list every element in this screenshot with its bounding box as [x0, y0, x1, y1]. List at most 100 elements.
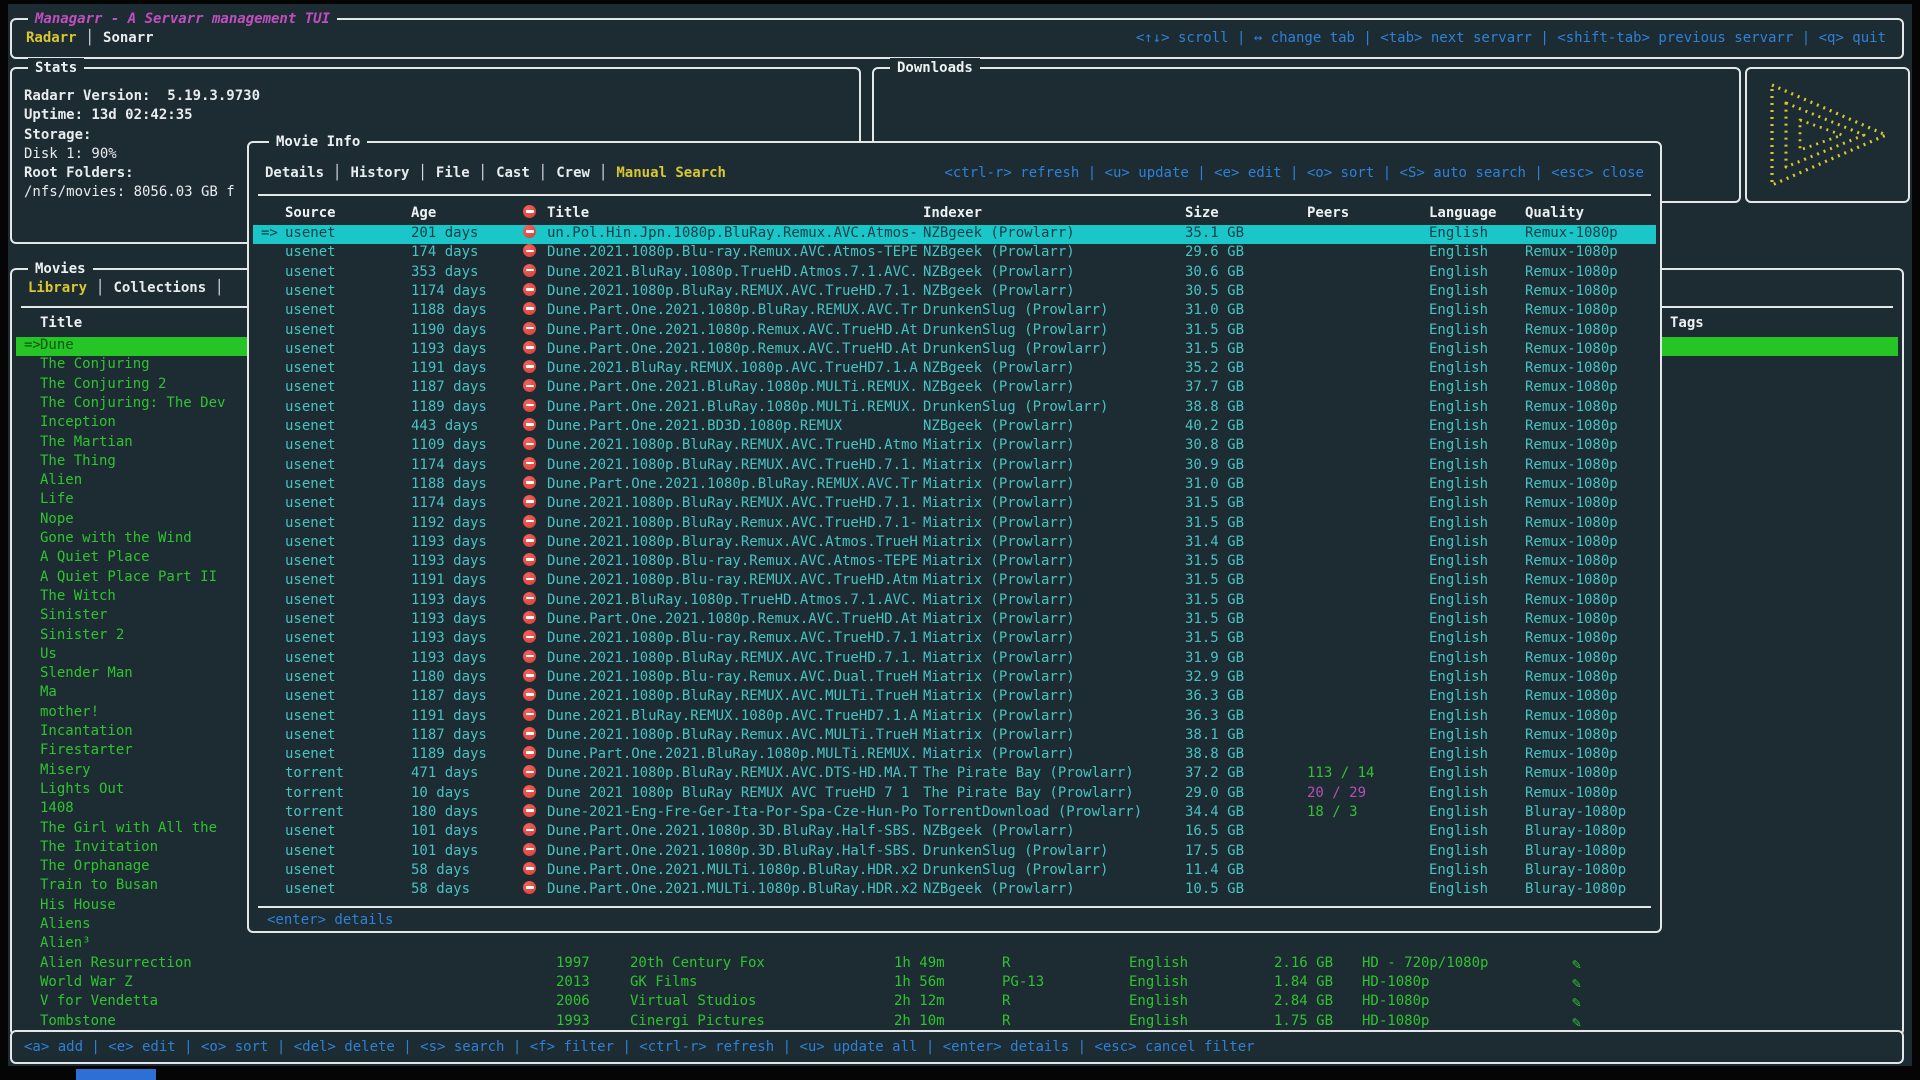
search-result-row[interactable]: usenet1180 daysDune.2021.1080p.Blu-ray.R… — [253, 669, 1656, 688]
movie-rating-cell: R — [1002, 1013, 1010, 1029]
tab-radarr[interactable]: Radarr — [26, 30, 77, 46]
search-result-row[interactable]: usenet1174 daysDune.2021.1080p.BluRay.RE… — [253, 457, 1656, 476]
search-result-row[interactable]: usenet1189 daysDune.Part.One.2021.BluRay… — [253, 399, 1656, 418]
search-result-row[interactable]: usenet353 daysDune.2021.BluRay.1080p.Tru… — [253, 264, 1656, 283]
search-result-row[interactable]: usenet1191 daysDune.2021.1080p.Blu-ray.R… — [253, 572, 1656, 591]
tab-details[interactable]: Details — [265, 165, 324, 181]
movie-list-item[interactable]: Tombstone1993Cinergi Pictures2h 10mREngl… — [16, 1013, 1898, 1032]
movie-title-cell: The Thing — [40, 453, 116, 469]
age-cell: 1180 days — [411, 669, 487, 685]
search-result-row[interactable]: usenet101 daysDune.Part.One.2021.1080p.3… — [253, 843, 1656, 862]
size-cell: 30.8 GB — [1185, 437, 1244, 453]
rejected-icon — [523, 553, 536, 566]
search-result-row[interactable]: usenet1192 daysDune.2021.1080p.BluRay.Re… — [253, 515, 1656, 534]
search-result-row[interactable]: usenet1187 daysDune.Part.One.2021.BluRay… — [253, 379, 1656, 398]
indexer-cell: Miatrix (Prowlarr) — [923, 746, 1075, 762]
logo-panel — [1745, 67, 1910, 203]
search-result-row[interactable]: usenet1193 daysDune.2021.1080p.Bluray.Re… — [253, 534, 1656, 553]
source-cell: usenet — [285, 630, 336, 646]
search-result-row[interactable]: usenet1193 daysDune.2021.BluRay.1080p.Tr… — [253, 592, 1656, 611]
modal-footer-separator — [258, 906, 1651, 908]
movie-list-item[interactable]: World War Z2013GK Films1h 56mPG-13Englis… — [16, 974, 1898, 993]
search-result-row[interactable]: usenet1193 daysDune.2021.1080p.BluRay.RE… — [253, 650, 1656, 669]
tab-separator: │ — [590, 165, 616, 181]
size-cell: 40.2 GB — [1185, 418, 1244, 434]
search-result-row[interactable]: usenet1187 daysDune.2021.1080p.BluRay.Re… — [253, 727, 1656, 746]
source-cell: usenet — [285, 283, 336, 299]
release-title-cell: Dune.2021.1080p.BluRay.REMUX.AVC.TrueHD.… — [547, 283, 918, 299]
indexer-cell: Miatrix (Prowlarr) — [923, 553, 1075, 569]
tab-manual-search[interactable]: Manual Search — [616, 165, 726, 181]
size-cell: 35.2 GB — [1185, 360, 1244, 376]
search-result-row[interactable]: usenet1174 daysDune.2021.1080p.BluRay.RE… — [253, 495, 1656, 514]
tab-cast[interactable]: Cast — [496, 165, 530, 181]
search-result-row[interactable]: usenet58 daysDune.Part.One.2021.MULTi.10… — [253, 862, 1656, 881]
search-result-row[interactable]: usenet58 daysDune.Part.One.2021.MULTi.10… — [253, 881, 1656, 900]
search-result-row[interactable]: usenet1188 daysDune.Part.One.2021.1080p.… — [253, 302, 1656, 321]
size-cell: 31.0 GB — [1185, 302, 1244, 318]
source-cell: torrent — [285, 785, 344, 801]
selection-arrow: => — [24, 337, 41, 353]
search-result-row[interactable]: usenet443 daysDune.Part.One.2021.BD3D.10… — [253, 418, 1656, 437]
age-cell: 471 days — [411, 765, 478, 781]
tab-history[interactable]: History — [350, 165, 409, 181]
source-cell: usenet — [285, 437, 336, 453]
release-title-cell: Dune.Part.One.2021.MULTi.1080p.BluRay.HD… — [547, 881, 918, 897]
size-cell: 31.5 GB — [1185, 592, 1244, 608]
search-result-row[interactable]: usenet101 daysDune.Part.One.2021.1080p.3… — [253, 823, 1656, 842]
tab-crew[interactable]: Crew — [556, 165, 590, 181]
movie-title-cell: Tombstone — [40, 1013, 116, 1029]
play-triangle-icon — [1747, 69, 1908, 201]
age-cell: 1174 days — [411, 495, 487, 511]
rejected-icon — [523, 881, 536, 894]
release-title-cell: Dune.2021.1080p.BluRay.REMUX.AVC.MULTi.T… — [547, 688, 918, 704]
search-result-row[interactable]: usenet1188 daysDune.Part.One.2021.1080p.… — [253, 476, 1656, 495]
search-result-row[interactable]: torrent471 daysDune.2021.1080p.BluRay.RE… — [253, 765, 1656, 784]
search-result-row[interactable]: usenet1187 daysDune.2021.1080p.BluRay.RE… — [253, 688, 1656, 707]
movie-title-cell: His House — [40, 897, 116, 913]
rejected-icon — [523, 727, 536, 740]
movie-list-item[interactable]: Alien³ — [16, 935, 1898, 954]
search-result-row[interactable]: usenet1191 daysDune.2021.BluRay.REMUX.10… — [253, 360, 1656, 379]
movie-title-cell: V for Vendetta — [40, 993, 158, 1009]
release-title-cell: Dune.2021.1080p.BluRay.REMUX.AVC.TrueHD.… — [547, 495, 918, 511]
movie-rating-cell: R — [1002, 955, 1010, 971]
movie-studio-cell: 20th Century Fox — [630, 955, 765, 971]
tab-library[interactable]: Library — [28, 280, 87, 296]
tab-sonarr[interactable]: Sonarr — [103, 30, 154, 46]
movie-rating-cell: R — [1002, 993, 1010, 1009]
search-result-row[interactable]: usenet1189 daysDune.Part.One.2021.BluRay… — [253, 746, 1656, 765]
search-result-row[interactable]: usenet1191 daysDune.2021.BluRay.REMUX.10… — [253, 708, 1656, 727]
search-result-row[interactable]: =>usenet201 daysun.Pol.Hin.Jpn.1080p.Blu… — [253, 225, 1656, 244]
movie-list-item[interactable]: V for Vendetta2006Virtual Studios2h 12mR… — [16, 993, 1898, 1012]
age-cell: 180 days — [411, 804, 478, 820]
quality-cell: Remux-1080p — [1525, 727, 1618, 743]
quality-cell: Remux-1080p — [1525, 437, 1618, 453]
quality-cell: Remux-1080p — [1525, 669, 1618, 685]
indexer-cell: Miatrix (Prowlarr) — [923, 592, 1075, 608]
size-cell: 34.4 GB — [1185, 804, 1244, 820]
search-result-row[interactable]: torrent10 daysDune 2021 1080p BluRay REM… — [253, 785, 1656, 804]
search-result-row[interactable]: usenet1193 daysDune.Part.One.2021.1080p.… — [253, 611, 1656, 630]
tag-icon: ✎ — [1572, 955, 1581, 973]
movie-quality-cell: HD-1080p — [1362, 1013, 1429, 1029]
stats-lines: Radarr Version: 5.19.3.9730Uptime: 13d 0… — [24, 87, 260, 203]
quality-cell: Remux-1080p — [1525, 746, 1618, 762]
search-result-row[interactable]: usenet1174 daysDune.2021.1080p.BluRay.RE… — [253, 283, 1656, 302]
search-result-row[interactable]: usenet1190 daysDune.Part.One.2021.1080p.… — [253, 322, 1656, 341]
language-cell: English — [1429, 283, 1488, 299]
col-indexer: Indexer — [923, 205, 982, 221]
movie-list-item[interactable]: Alien Resurrection199720th Century Fox1h… — [16, 955, 1898, 974]
source-cell: usenet — [285, 823, 336, 839]
search-result-row[interactable]: torrent180 daysDune-2021-Eng-Fre-Ger-Ita… — [253, 804, 1656, 823]
search-result-row[interactable]: usenet174 daysDune.2021.1080p.Blu-ray.Re… — [253, 244, 1656, 263]
movie-title-cell: A Quiet Place — [40, 549, 150, 565]
search-result-row[interactable]: usenet1193 daysDune.Part.One.2021.1080p.… — [253, 341, 1656, 360]
search-result-row[interactable]: usenet1109 daysDune.2021.1080p.BluRay.RE… — [253, 437, 1656, 456]
age-cell: 1191 days — [411, 360, 487, 376]
language-cell: English — [1429, 264, 1488, 280]
tab-file[interactable]: File — [436, 165, 470, 181]
search-result-row[interactable]: usenet1193 daysDune.2021.1080p.Blu-ray.R… — [253, 630, 1656, 649]
tab-collections[interactable]: Collections — [113, 280, 206, 296]
search-result-row[interactable]: usenet1193 daysDune.2021.1080p.Blu-ray.R… — [253, 553, 1656, 572]
